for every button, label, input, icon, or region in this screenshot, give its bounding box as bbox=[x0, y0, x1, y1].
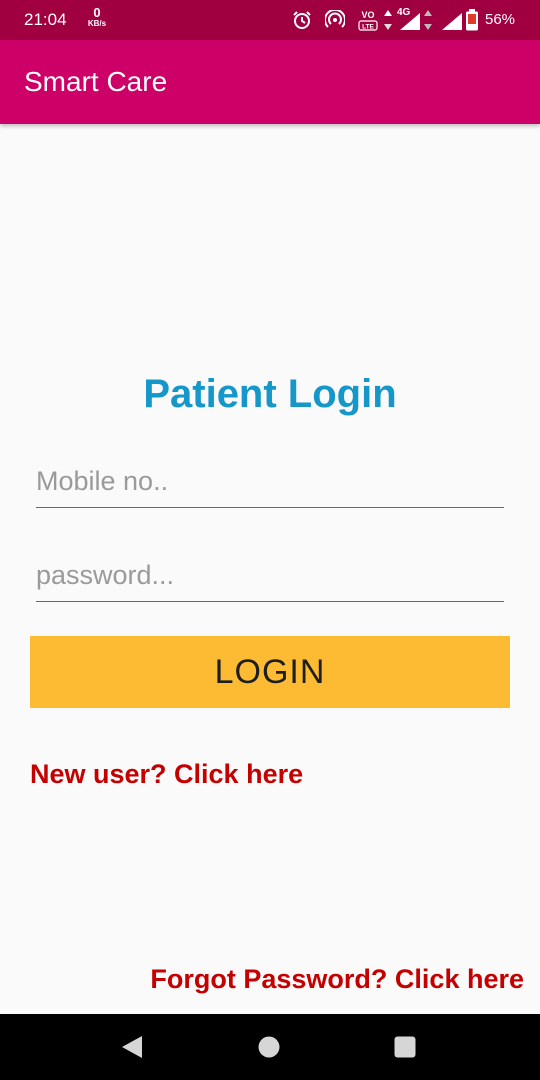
new-user-link[interactable]: New user? Click here bbox=[30, 759, 303, 790]
back-icon[interactable] bbox=[120, 1035, 144, 1059]
svg-text:VO: VO bbox=[361, 10, 374, 20]
login-button[interactable]: LOGIN bbox=[30, 636, 510, 708]
status-bar: 21:04 0 KB/s VO LTE 4G 56% bbox=[0, 0, 540, 40]
signal-icon-2 bbox=[442, 13, 462, 30]
signal-icon bbox=[400, 13, 420, 30]
updown-arrows-icon bbox=[384, 10, 392, 30]
net-speed-unit: KB/s bbox=[87, 19, 107, 28]
recents-icon[interactable] bbox=[394, 1036, 416, 1058]
battery-icon bbox=[466, 9, 478, 31]
updown-arrows-icon-2 bbox=[424, 10, 432, 30]
navigation-bar bbox=[0, 1014, 540, 1080]
password-input[interactable] bbox=[36, 554, 504, 602]
home-icon[interactable] bbox=[258, 1036, 280, 1058]
app-bar: Smart Care bbox=[0, 40, 540, 124]
app-title: Smart Care bbox=[24, 66, 168, 97]
svg-text:LTE: LTE bbox=[362, 24, 374, 31]
mobile-input[interactable] bbox=[36, 460, 504, 508]
net-speed-indicator: 0 KB/s bbox=[84, 6, 110, 28]
battery-percent: 56% bbox=[485, 11, 516, 28]
status-time: 21:04 bbox=[24, 10, 67, 29]
forgot-password-link[interactable]: Forgot Password? Click here bbox=[150, 964, 524, 995]
page-title: Patient Login bbox=[143, 372, 397, 416]
alarm-icon bbox=[293, 11, 311, 29]
net-speed-value: 0 bbox=[93, 5, 101, 20]
volte-icon: VO LTE bbox=[358, 10, 378, 31]
hotspot-icon bbox=[325, 10, 345, 28]
